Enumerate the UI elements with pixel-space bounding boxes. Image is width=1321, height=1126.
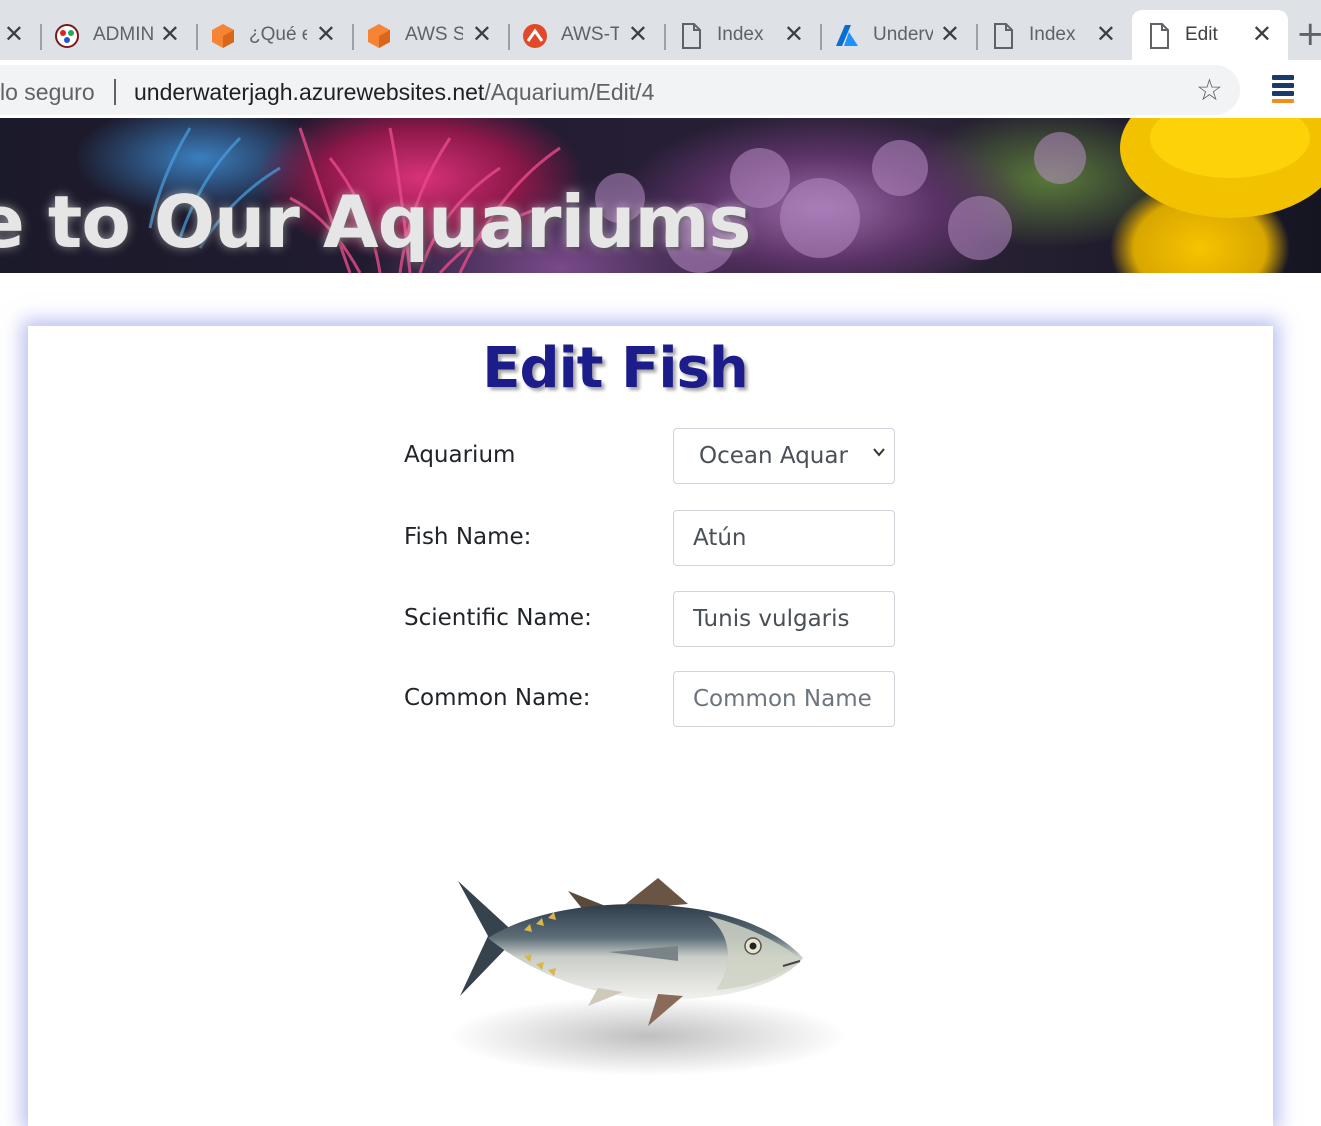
common-name-row: Common Name: bbox=[404, 671, 1004, 729]
tab-index-1[interactable]: Index ✕ bbox=[664, 10, 822, 62]
new-tab-icon[interactable]: + bbox=[1296, 17, 1321, 51]
aquarium-select[interactable]: Ocean Aquarium bbox=[673, 428, 895, 484]
page-title: Edit Fish bbox=[482, 336, 748, 401]
scientific-name-row: Scientific Name: bbox=[404, 591, 1004, 649]
fish-name-row: Fish Name: bbox=[404, 510, 1004, 568]
tab-partial[interactable]: ✕ bbox=[0, 10, 42, 62]
edit-fish-card: Edit Fish Aquarium Ocean Aquarium Fish N… bbox=[28, 326, 1273, 1126]
tab-title: AWS Se bbox=[405, 24, 463, 45]
fish-image bbox=[448, 878, 848, 1076]
url-text[interactable]: underwaterjagh.azurewebsites.net/Aquariu… bbox=[134, 79, 654, 106]
page-icon bbox=[1150, 23, 1169, 49]
close-icon[interactable]: ✕ bbox=[1096, 22, 1116, 48]
fish-name-input[interactable] bbox=[673, 510, 895, 566]
close-icon[interactable]: ✕ bbox=[940, 22, 960, 48]
tab-title: AWS-TI bbox=[561, 24, 619, 45]
url-host: underwaterjagh.azurewebsites.net bbox=[134, 79, 485, 105]
url-divider bbox=[114, 79, 116, 105]
tab-aws-se[interactable]: AWS Se ✕ bbox=[352, 10, 510, 62]
tab-admin[interactable]: ADMIN ✕ bbox=[40, 10, 198, 62]
codeigniter-icon bbox=[523, 24, 547, 48]
extension-icon[interactable] bbox=[1272, 75, 1294, 103]
url-path: /Aquarium/Edit/4 bbox=[484, 79, 655, 105]
tab-title: Index bbox=[1029, 24, 1076, 45]
tab-que-es[interactable]: ¿Qué e ✕ bbox=[196, 10, 354, 62]
close-icon[interactable]: ✕ bbox=[784, 22, 804, 48]
tab-underwater[interactable]: Underv ✕ bbox=[820, 10, 978, 62]
close-icon[interactable]: ✕ bbox=[160, 22, 180, 48]
tab-index-2[interactable]: Index ✕ bbox=[976, 10, 1132, 62]
scientific-name-input[interactable] bbox=[673, 591, 895, 647]
aquarium-row: Aquarium Ocean Aquarium bbox=[404, 428, 1004, 486]
close-icon[interactable]: ✕ bbox=[316, 22, 336, 48]
aws-cube-icon bbox=[212, 24, 234, 48]
scientific-name-label: Scientific Name: bbox=[404, 605, 592, 631]
url-field[interactable]: lo seguro underwaterjagh.azurewebsites.n… bbox=[0, 65, 1240, 115]
tab-title: ¿Qué e bbox=[249, 24, 307, 45]
azure-icon bbox=[836, 25, 858, 46]
page-icon bbox=[994, 23, 1013, 49]
common-name-label: Common Name: bbox=[404, 685, 591, 711]
security-indicator[interactable]: lo seguro bbox=[0, 79, 95, 106]
close-icon[interactable]: ✕ bbox=[628, 22, 648, 48]
tab-title: Underv bbox=[873, 24, 933, 45]
hero-banner: e to Our Aquariums bbox=[0, 118, 1321, 273]
tab-title: ADMIN bbox=[93, 24, 153, 45]
fish-name-label: Fish Name: bbox=[404, 524, 532, 550]
common-name-input[interactable] bbox=[673, 671, 895, 727]
hero-title: e to Our Aquariums bbox=[0, 180, 751, 264]
close-icon[interactable]: ✕ bbox=[1252, 22, 1272, 48]
page-icon bbox=[682, 23, 701, 49]
chevron-down-icon bbox=[872, 443, 886, 464]
tab-title: Edit bbox=[1185, 24, 1218, 45]
bookmark-star-icon[interactable]: ☆ bbox=[1196, 73, 1223, 108]
aquarium-selected-value: Ocean Aquarium bbox=[699, 443, 849, 469]
aws-cube-icon bbox=[368, 24, 390, 48]
aquarium-label: Aquarium bbox=[404, 442, 516, 468]
tab-aws-ti[interactable]: AWS-TI ✕ bbox=[508, 10, 666, 62]
address-bar: lo seguro underwaterjagh.azurewebsites.n… bbox=[0, 60, 1321, 119]
admin-logo-icon bbox=[55, 24, 79, 48]
tab-title: Index bbox=[717, 24, 764, 45]
close-icon[interactable]: ✕ bbox=[4, 22, 24, 48]
close-icon[interactable]: ✕ bbox=[472, 22, 492, 48]
